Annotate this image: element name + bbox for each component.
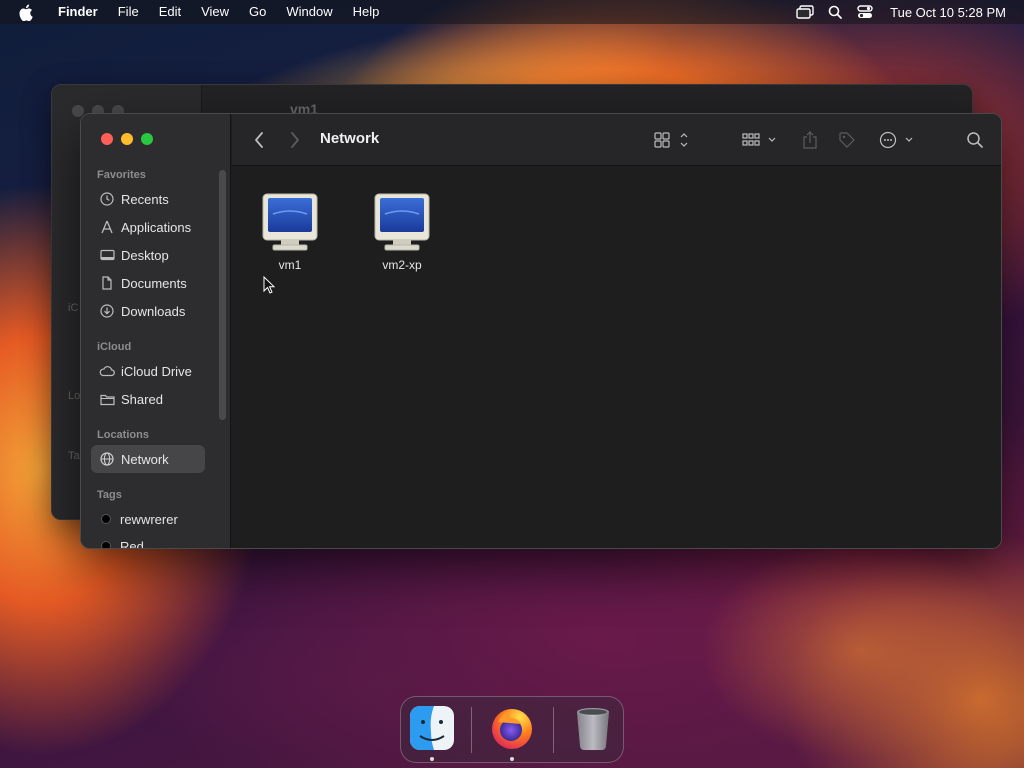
cloud-icon (99, 363, 115, 379)
sidebar-tag-rewwrerer[interactable]: rewwrerer (91, 505, 205, 533)
sidebar-item-applications[interactable]: Applications (91, 213, 205, 241)
tag-color-dot (101, 541, 111, 548)
sidebar-item-label: Desktop (121, 247, 169, 263)
sidebar-item-label: Network (121, 451, 169, 467)
close-button[interactable] (101, 133, 113, 145)
download-icon (99, 303, 115, 319)
globe-icon (99, 451, 115, 467)
group-by-icon[interactable] (740, 128, 780, 152)
background-sidebar-label: Lo (68, 390, 81, 402)
sidebar-item-label: Recents (121, 191, 169, 207)
mouse-cursor-icon (263, 276, 275, 294)
sidebar-item-shared[interactable]: Shared (91, 385, 205, 413)
computer-monitor-icon (262, 193, 318, 251)
menu-window[interactable]: Window (276, 0, 342, 24)
clock-icon (99, 191, 115, 207)
trash-icon (577, 708, 609, 750)
menu-bar-clock[interactable]: Tue Oct 10 5:28 PM (880, 5, 1024, 20)
dock (400, 696, 624, 763)
spotlight-search-icon[interactable] (820, 0, 850, 24)
background-sidebar-label: iC (68, 302, 79, 314)
sidebar-item-documents[interactable]: Documents (91, 269, 205, 297)
share-icon[interactable] (798, 128, 822, 152)
control-center-icon[interactable] (850, 0, 880, 24)
tag-icon[interactable] (835, 128, 859, 152)
sidebar: Favorites Recents Applications Desktop D… (81, 114, 231, 548)
shared-folder-icon (99, 391, 115, 407)
menu-bar: Finder File Edit View Go Window Help Tue… (0, 0, 1024, 24)
desktop-icon (99, 247, 115, 263)
running-indicator (430, 757, 434, 761)
dock-firefox[interactable] (488, 704, 536, 752)
more-actions-icon[interactable] (877, 128, 917, 152)
sidebar-item-label: iCloud Drive (121, 363, 192, 379)
item-label: vm1 (278, 258, 302, 272)
icloud-section-label: iCloud (97, 341, 132, 353)
menu-go[interactable]: Go (239, 0, 276, 24)
zoom-button[interactable] (141, 133, 153, 145)
firefox-icon (492, 709, 532, 749)
back-button[interactable] (247, 128, 271, 152)
locations-section-label: Locations (97, 429, 149, 441)
tag-color-dot (101, 514, 111, 524)
background-sidebar-label: Ta (68, 450, 80, 462)
tags-section-label: Tags (97, 489, 122, 501)
sidebar-item-label: Downloads (121, 303, 186, 319)
dock-separator (553, 707, 554, 753)
dock-trash[interactable] (569, 704, 617, 752)
menu-view[interactable]: View (191, 0, 239, 24)
menu-edit[interactable]: Edit (149, 0, 191, 24)
content-area: Network vm1 vm2-xp (232, 114, 1001, 548)
finder-icon (410, 706, 454, 750)
wallpaper-streak (700, 540, 1020, 760)
apple-menu-icon[interactable] (18, 4, 38, 21)
sidebar-item-label: Shared (121, 391, 163, 407)
view-mode-icon-grid[interactable] (652, 128, 692, 152)
search-icon[interactable] (963, 128, 987, 152)
sidebar-item-desktop[interactable]: Desktop (91, 241, 205, 269)
sidebar-item-label: Red (120, 538, 144, 549)
dock-finder[interactable] (408, 704, 456, 752)
sidebar-item-label: rewwrerer (120, 511, 178, 527)
sidebar-item-downloads[interactable]: Downloads (91, 297, 205, 325)
sidebar-item-recents[interactable]: Recents (91, 185, 205, 213)
network-item-vm2-xp[interactable]: vm2-xp (357, 192, 447, 272)
sidebar-scrollbar[interactable] (219, 170, 226, 420)
menu-file[interactable]: File (108, 0, 149, 24)
running-indicator (510, 757, 514, 761)
dock-separator (471, 707, 472, 753)
menu-help[interactable]: Help (343, 0, 390, 24)
sidebar-item-label: Documents (121, 275, 187, 291)
toolbar: Network (232, 114, 1001, 166)
sidebar-tag-red[interactable]: Red (91, 532, 205, 549)
window-title: Network (320, 130, 380, 147)
applications-icon (99, 219, 115, 235)
sidebar-item-network[interactable]: Network (91, 445, 205, 473)
minimize-button[interactable] (121, 133, 133, 145)
forward-button[interactable] (283, 128, 307, 152)
computer-monitor-icon (374, 193, 430, 251)
screen-mirroring-icon[interactable] (790, 0, 820, 24)
sidebar-item-icloud-drive[interactable]: iCloud Drive (91, 357, 205, 385)
item-label: vm2-xp (382, 258, 422, 272)
menu-finder[interactable]: Finder (52, 0, 108, 24)
favorites-section-label: Favorites (97, 169, 146, 181)
sidebar-item-label: Applications (121, 219, 192, 235)
window-controls (101, 133, 153, 145)
finder-window: Favorites Recents Applications Desktop D… (80, 113, 1002, 549)
network-item-vm1[interactable]: vm1 (245, 192, 335, 272)
document-icon (99, 275, 115, 291)
